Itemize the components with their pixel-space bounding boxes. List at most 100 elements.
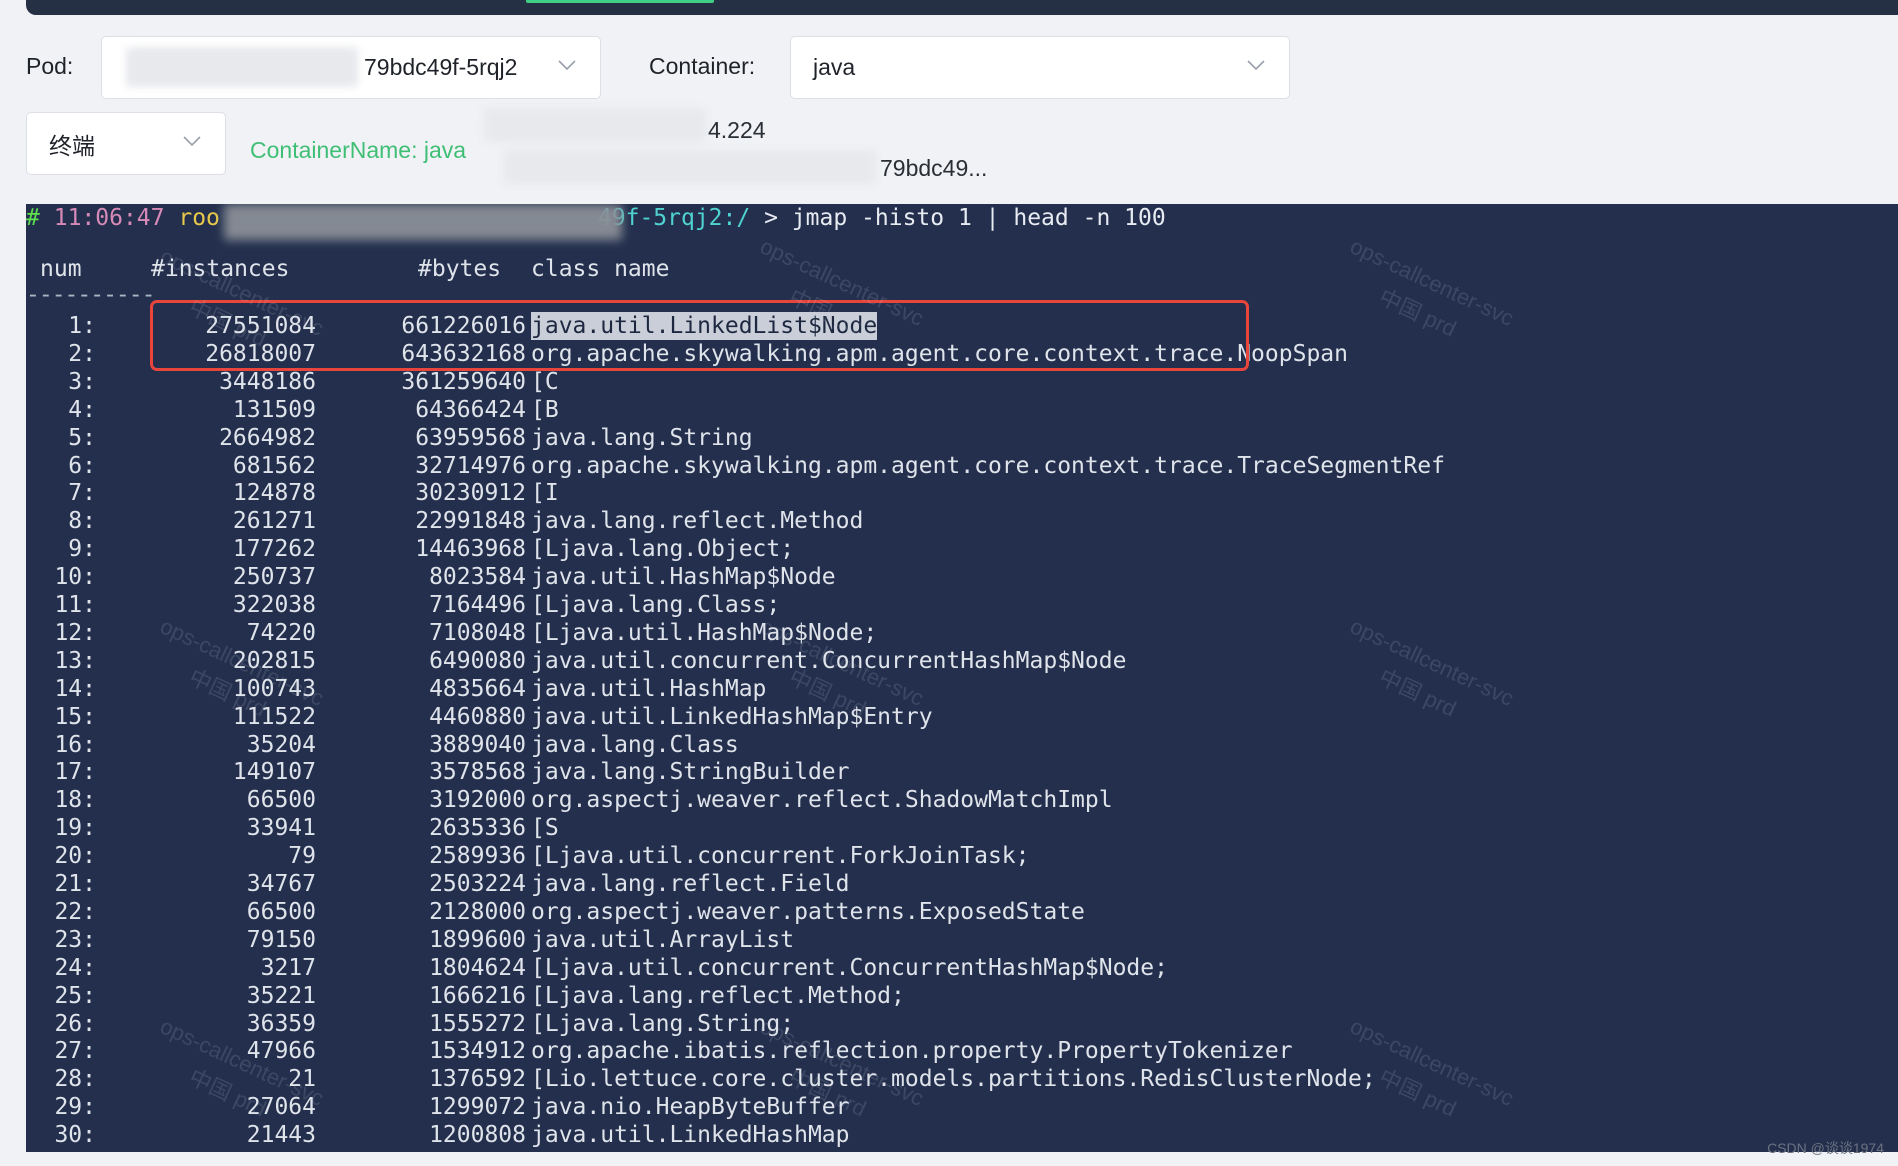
table-row: 8: 261271 22991848 java.lang.reflect.Method bbox=[26, 507, 1898, 535]
row-instances: 47966 bbox=[246, 1038, 316, 1065]
terminal-output[interactable]: # 11:06:47 roo 49f-5rqj2:/ > jmap -histo … bbox=[26, 204, 1898, 1152]
table-row: 19: 33941 2635336 [S bbox=[26, 814, 1898, 842]
row-bytes: 1376592 bbox=[429, 1066, 526, 1093]
table-row: 10: 250737 8023584 java.util.HashMap$Node bbox=[26, 563, 1898, 591]
row-instances: 21 bbox=[288, 1066, 316, 1093]
row-class-name: java.util.LinkedHashMap$Entry bbox=[531, 703, 933, 730]
table-row: 26: 36359 1555272 [Ljava.lang.String; bbox=[26, 1010, 1898, 1038]
row-bytes: 6490080 bbox=[429, 647, 526, 674]
row-num: 11: bbox=[54, 592, 96, 618]
row-class-name: [Ljava.lang.Class; bbox=[531, 592, 781, 618]
container-label: Container: bbox=[649, 53, 756, 79]
row-instances: 21443 bbox=[246, 1122, 316, 1149]
table-row: 7: 124878 30230912 [I bbox=[26, 479, 1898, 507]
col-header-instances: #instances bbox=[151, 256, 290, 282]
container-select-value: java bbox=[813, 54, 856, 80]
row-bytes: 1899600 bbox=[429, 926, 526, 953]
container-select[interactable]: java bbox=[790, 36, 1290, 99]
redacted-pod-ip bbox=[484, 108, 706, 142]
table-row: 28: 21 1376592 [Lio.lettuce.core.cluster.mo… bbox=[26, 1065, 1898, 1093]
row-instances: 250737 bbox=[232, 564, 316, 591]
row-instances: 100743 bbox=[232, 675, 316, 702]
row-bytes: 1666216 bbox=[429, 982, 526, 1009]
row-instances: 124878 bbox=[232, 480, 316, 507]
table-row: 9: 177262 14463968 [Ljava.lang.Object; bbox=[26, 535, 1898, 563]
row-bytes: 1804624 bbox=[429, 954, 526, 981]
row-num: 8: bbox=[68, 508, 96, 535]
table-row: 16: 35204 3889040 java.lang.Class bbox=[26, 731, 1898, 759]
row-num: 9: bbox=[68, 536, 96, 563]
row-class-name: java.lang.reflect.Field bbox=[531, 871, 850, 897]
row-num: 4: bbox=[68, 396, 96, 423]
pod-label: Pod: bbox=[26, 53, 74, 79]
row-class-name: [Ljava.util.HashMap$Node; bbox=[531, 619, 878, 646]
row-bytes: 64366424 bbox=[415, 396, 526, 423]
row-num: 2: bbox=[68, 340, 96, 367]
row-bytes: 2635336 bbox=[429, 815, 526, 842]
table-row: 5: 2664982 63959568 java.lang.String bbox=[26, 424, 1898, 452]
row-class-name: [Ljava.util.concurrent.ConcurrentHashMap… bbox=[531, 954, 1168, 981]
row-class-name: org.aspectj.weaver.reflect.ShadowMatchIm… bbox=[531, 787, 1113, 814]
row-instances: 3448186 bbox=[219, 368, 316, 395]
row-bytes: 3192000 bbox=[429, 787, 526, 814]
top-header-bar bbox=[26, 0, 1898, 15]
row-class-name: org.apache.ibatis.reflection.property.Pr… bbox=[531, 1038, 1293, 1065]
row-class-name: java.lang.String bbox=[531, 424, 753, 451]
row-class-name: java.nio.HeapByteBuffer bbox=[531, 1094, 850, 1121]
row-bytes: 3578568 bbox=[429, 759, 526, 786]
pod-ip-info: 4.224 bbox=[708, 117, 766, 143]
row-num: 13: bbox=[54, 647, 96, 674]
row-num: 10: bbox=[54, 564, 96, 591]
row-num: 6: bbox=[68, 452, 96, 479]
row-bytes: 4460880 bbox=[429, 703, 526, 730]
row-bytes: 22991848 bbox=[415, 508, 526, 535]
row-instances: 27064 bbox=[246, 1094, 316, 1121]
row-num: 27: bbox=[54, 1038, 96, 1065]
pod-name-info: 79bdc49... bbox=[880, 155, 988, 181]
row-instances: 35204 bbox=[246, 731, 316, 758]
table-row: 18: 66500 3192000 org.aspectj.weaver.reflec… bbox=[26, 786, 1898, 814]
row-bytes: 1299072 bbox=[429, 1094, 526, 1121]
row-class-name: java.util.concurrent.ConcurrentHashMap$N… bbox=[531, 647, 1127, 674]
row-instances: 66500 bbox=[246, 787, 316, 814]
mode-select[interactable]: 终端 bbox=[26, 112, 226, 175]
row-num: 3: bbox=[68, 368, 96, 395]
row-class-name: org.apache.skywalking.apm.agent.core.con… bbox=[531, 452, 1445, 479]
row-num: 20: bbox=[54, 843, 96, 870]
row-instances: 74220 bbox=[246, 619, 316, 646]
pod-select[interactable]: 79bdc49f-5rqj2 bbox=[101, 36, 601, 99]
row-bytes: 30230912 bbox=[415, 480, 526, 507]
row-num: 21: bbox=[54, 871, 96, 897]
row-bytes: 2589936 bbox=[429, 843, 526, 870]
highlight-box bbox=[150, 300, 1249, 371]
table-row: 21: 34767 2503224 java.lang.reflect.Field bbox=[26, 870, 1898, 898]
row-class-name: java.lang.Class bbox=[531, 731, 739, 758]
row-bytes: 32714976 bbox=[415, 452, 526, 479]
redacted-hostname bbox=[224, 204, 622, 240]
chevron-down-icon bbox=[1247, 59, 1265, 70]
redacted-pod-name bbox=[504, 150, 876, 184]
row-num: 14: bbox=[54, 675, 96, 702]
prompt-time: 11:06:47 bbox=[53, 205, 165, 231]
row-class-name: [Ljava.lang.Object; bbox=[531, 536, 795, 563]
source-credit: CSDN @谈谈1974 bbox=[1767, 1140, 1884, 1156]
redacted-pod-prefix bbox=[126, 47, 358, 87]
row-bytes: 7164496 bbox=[429, 592, 526, 618]
row-class-name: java.util.HashMap$Node bbox=[531, 564, 836, 591]
table-row: 17: 149107 3578568 java.lang.StringBuilder bbox=[26, 758, 1898, 786]
row-num: 28: bbox=[54, 1066, 96, 1093]
prompt-path: :/ bbox=[722, 205, 751, 231]
row-bytes: 14463968 bbox=[415, 536, 526, 563]
table-row: 3: 3448186 361259640 [C bbox=[26, 368, 1898, 396]
row-num: 5: bbox=[68, 424, 96, 451]
row-class-name: java.lang.reflect.Method bbox=[531, 508, 864, 535]
row-instances: 177262 bbox=[232, 536, 316, 563]
row-instances: 261271 bbox=[232, 508, 316, 535]
row-instances: 681562 bbox=[232, 452, 316, 479]
row-bytes: 361259640 bbox=[401, 368, 526, 395]
prompt-command: jmap -histo 1 | head -n 100 bbox=[791, 205, 1166, 231]
row-instances: 131509 bbox=[232, 396, 316, 423]
table-row: 22: 66500 2128000 org.aspectj.weaver.patter… bbox=[26, 898, 1898, 926]
table-row: 4: 131509 64366424 [B bbox=[26, 396, 1898, 424]
table-row: 20: 79 2589936 [Ljava.util.concurrent.ForkJ… bbox=[26, 842, 1898, 870]
